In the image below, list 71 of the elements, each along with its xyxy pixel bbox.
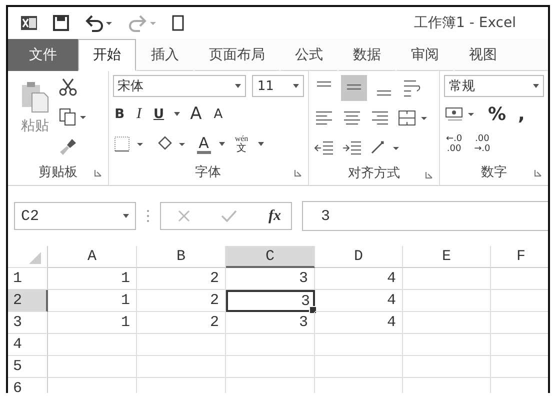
grip-icon: [146, 209, 150, 223]
increase-font-button[interactable]: A: [188, 104, 204, 124]
table-cell: 1: [48, 290, 137, 312]
ribbon-tab[interactable]: 插入: [136, 39, 194, 71]
font-color-button[interactable]: A: [196, 134, 211, 154]
table-cell: 3: [226, 268, 315, 290]
increase-indent-icon[interactable]: [340, 139, 363, 157]
table-cell: 2: [137, 290, 226, 312]
paste-button[interactable]: 粘贴: [20, 75, 50, 159]
column-header[interactable]: D: [315, 246, 403, 268]
save-icon[interactable]: [52, 14, 70, 32]
brush-icon[interactable]: [58, 137, 78, 157]
row-header[interactable]: 5: [8, 356, 48, 378]
table-cell: 1: [48, 312, 137, 334]
italic-button[interactable]: I: [134, 106, 144, 122]
table-cell: 1: [48, 268, 137, 290]
table-cell: 2: [137, 312, 226, 334]
name-box[interactable]: C2: [14, 202, 136, 230]
insert-function-button[interactable]: fx: [268, 208, 281, 224]
scissors-icon[interactable]: [58, 77, 78, 97]
check-icon[interactable]: [221, 209, 237, 223]
formula-input[interactable]: 3: [302, 201, 548, 231]
table-cell: 4: [315, 290, 403, 312]
column-header[interactable]: E: [403, 246, 491, 268]
bold-button[interactable]: B: [112, 106, 126, 122]
dialog-launcher-icon[interactable]: [294, 169, 302, 177]
percent-button[interactable]: %: [486, 104, 508, 124]
ribbon-tab[interactable]: 公式: [280, 39, 338, 71]
excel-logo-icon: [20, 14, 38, 32]
dialog-launcher-icon[interactable]: [94, 169, 102, 177]
dialog-launcher-icon[interactable]: [425, 171, 433, 179]
table-cell: 4: [315, 268, 403, 290]
font-size-dropdown[interactable]: 11: [252, 75, 304, 97]
clipboard-icon: [20, 81, 50, 113]
ribbon-tab[interactable]: 页面布局: [194, 39, 280, 71]
ribbon-tab[interactable]: 视图: [454, 39, 548, 71]
row-header[interactable]: 6: [8, 378, 48, 393]
font-name-dropdown[interactable]: 宋体: [112, 75, 246, 97]
decrease-decimal-button[interactable]: .00 →.0: [472, 134, 492, 154]
column-header[interactable]: F: [491, 246, 548, 268]
table-cell: 2: [137, 268, 226, 290]
decrease-font-button[interactable]: A: [212, 106, 225, 122]
fill-handle[interactable]: [309, 306, 317, 314]
ribbon-tab[interactable]: 文件: [8, 39, 78, 71]
column-header[interactable]: A: [48, 246, 137, 268]
underline-button[interactable]: U: [152, 106, 166, 122]
row-header[interactable]: 3: [8, 312, 48, 334]
ribbon-tab[interactable]: 开始: [78, 39, 136, 71]
group-label: 对齐方式: [348, 165, 400, 182]
comma-button[interactable]: ,: [516, 104, 527, 124]
row-header[interactable]: 2: [8, 290, 48, 312]
group-label: 数字: [481, 164, 507, 181]
decrease-indent-icon[interactable]: [312, 139, 335, 157]
ribbon-tab[interactable]: 审阅: [396, 39, 454, 71]
number-format-dropdown[interactable]: 常规: [444, 75, 544, 97]
group-label: 字体: [195, 164, 222, 181]
column-header[interactable]: C: [226, 246, 315, 268]
undo-icon[interactable]: [84, 14, 114, 32]
document-icon[interactable]: [172, 14, 184, 32]
ribbon-tab[interactable]: 数据: [338, 39, 396, 71]
align-middle-icon[interactable]: [340, 75, 367, 101]
table-cell: 3: [226, 312, 315, 334]
increase-decimal-button[interactable]: ←.0 .00: [444, 134, 464, 154]
table-cell: 4: [315, 312, 403, 334]
copy-icon[interactable]: [58, 107, 88, 127]
window-title: 工作簿1 - Excel: [414, 14, 516, 32]
active-cell: 3: [226, 290, 315, 312]
phonetic-button[interactable]: wén 文: [232, 134, 250, 154]
dialog-launcher-icon[interactable]: [534, 169, 542, 177]
row-header[interactable]: 4: [8, 334, 48, 356]
group-label: 剪贴板: [38, 164, 78, 181]
